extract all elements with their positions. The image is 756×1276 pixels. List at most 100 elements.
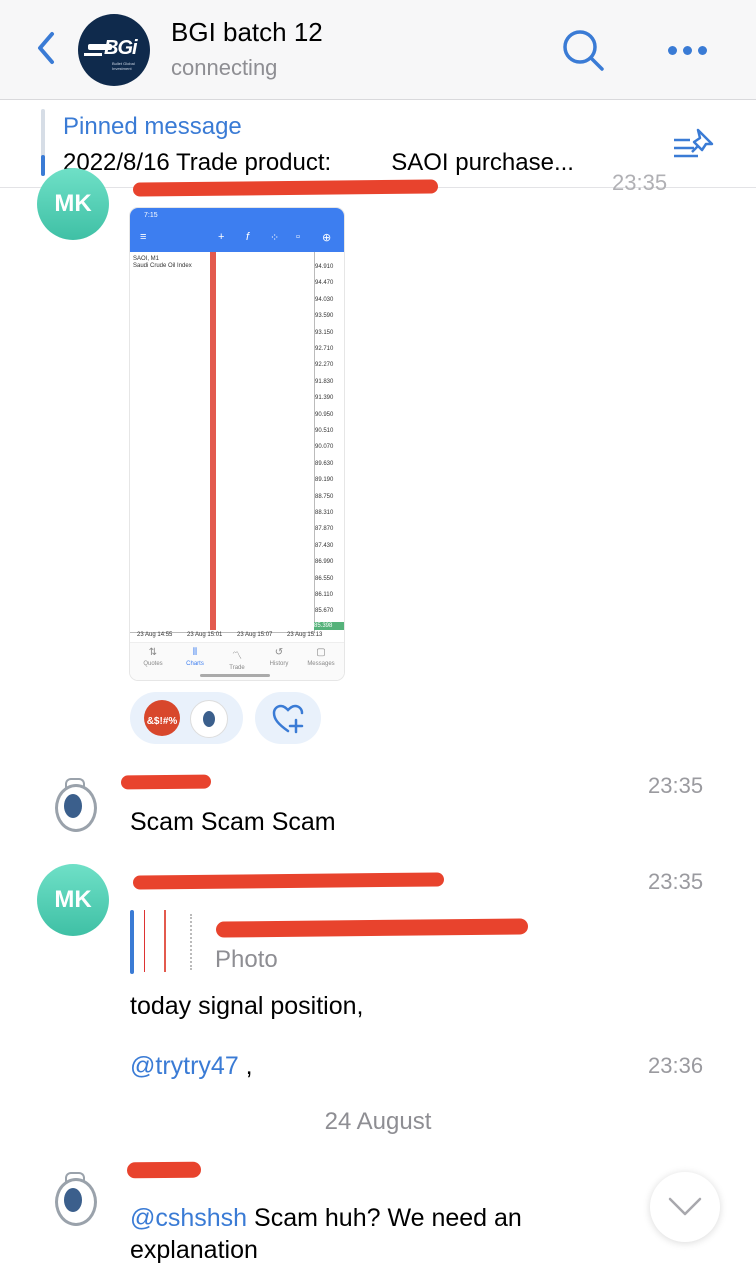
add-reaction-button[interactable] (255, 692, 321, 744)
trade-icon: 〽 (232, 651, 242, 662)
date-separator: 24 August (324, 1108, 432, 1135)
group-avatar[interactable]: BGi Bullet Global Investment (78, 14, 150, 86)
nav-history: ↺ History (258, 647, 300, 667)
thumb-line (164, 910, 166, 972)
reaction-pill[interactable]: &$!#% (130, 692, 243, 744)
message-text-part: Scam huh? We need an (247, 1204, 522, 1232)
nav-label: History (269, 661, 289, 667)
app-toolbar: ≡ + f ⁘ ▫ ⊕ (130, 224, 344, 252)
crosshair-icon: + (218, 231, 225, 243)
charts-icon: ⫴ (192, 647, 198, 658)
add-icon: ⊕ (322, 232, 332, 244)
connection-status: connecting (171, 55, 278, 80)
home-indicator (200, 674, 270, 677)
time-tick: 23 Aug 15:13 (287, 632, 323, 638)
menu-icon: ≡ (140, 231, 147, 243)
nav-label: Messages (307, 661, 335, 667)
thumb-line (144, 910, 145, 972)
phone-status-bar: 7:15 (130, 208, 344, 224)
mention-link[interactable]: @cshshsh (130, 1204, 247, 1232)
gem-icon (203, 711, 215, 727)
time-tick: 23 Aug 14:55 (137, 632, 173, 638)
redacted-sender-name (120, 774, 212, 790)
time-tick: 23 Aug 15:07 (237, 632, 273, 638)
logo-subtext: Bullet Global Investment (112, 61, 135, 71)
history-icon: ↺ (274, 647, 284, 658)
price-tick: 93.590 (315, 313, 334, 320)
function-icon: f (246, 231, 250, 243)
redacted-sender-name (126, 1161, 202, 1179)
chevron-down-icon (668, 1197, 702, 1216)
quotes-icon: ⇅ (148, 647, 158, 658)
pin-list-icon[interactable] (672, 126, 718, 166)
price-tick: 94.030 (315, 296, 334, 303)
candle-bar (210, 252, 216, 630)
reply-photo-thumbnail[interactable] (142, 910, 202, 974)
pin-indicator-active (41, 155, 45, 176)
price-tick: 93.150 (315, 329, 334, 336)
gem-icon (64, 794, 82, 818)
message-time: 23:35 (612, 170, 668, 195)
search-icon[interactable] (560, 28, 606, 74)
price-tick: 85.670 (315, 608, 334, 615)
window-icon: ▫ (296, 231, 300, 243)
price-tick: 86.110 (315, 592, 333, 598)
back-chevron-icon[interactable] (32, 28, 62, 68)
nav-quotes: ⇅ Quotes (132, 647, 174, 667)
nav-label: Quotes (143, 661, 163, 667)
sender-avatar[interactable] (37, 770, 109, 842)
reactor-avatar (190, 700, 228, 738)
price-tick: 91.830 (315, 378, 334, 385)
messages-icon: ▢ (316, 647, 326, 658)
message-time: 23:35 (648, 773, 704, 798)
sender-avatar[interactable]: MK (37, 864, 109, 936)
pinned-label: Pinned message (63, 113, 242, 140)
objects-icon: ⁘ (270, 232, 280, 244)
price-tick: 90.950 (315, 411, 334, 418)
price-tick: 91.390 (315, 395, 334, 402)
redacted-sender-name (132, 872, 445, 890)
message-text: today signal position, (130, 992, 364, 1020)
time-tick: 23 Aug 15:01 (187, 632, 223, 638)
message-time: 23:36 (648, 1053, 704, 1078)
reply-quote-bar (130, 910, 134, 974)
logo-stripe (84, 53, 102, 56)
nav-messages: ▢ Messages (300, 647, 342, 667)
angry-face-icon: &$!#% (144, 700, 180, 736)
nav-charts: ⫴ Charts (174, 647, 216, 667)
pinned-text: 2022/8/16 Trade product: SAOI purchase..… (63, 149, 574, 176)
thumb-line (190, 914, 194, 970)
price-chart (130, 252, 315, 633)
symbol-name: Saudi Crude Oil Index (133, 263, 192, 269)
message-text: @cshshsh Scam huh? We need an (130, 1204, 522, 1233)
dot-icon (698, 46, 707, 55)
mention-link[interactable]: @trytry47 (130, 1052, 239, 1080)
sender-avatar[interactable]: MK (37, 168, 109, 240)
price-tick: 88.310 (315, 510, 334, 516)
price-tick: 87.430 (315, 542, 334, 549)
more-options-button[interactable] (664, 38, 712, 62)
price-tick: 90.070 (315, 444, 334, 451)
photo-attachment[interactable]: 7:15 ≡ + f ⁘ ▫ ⊕ SAOI, M1 Saudi Crude Oi… (130, 208, 344, 680)
logo-text: BGi (104, 37, 138, 59)
symbol-code: SAOI, M1 (133, 256, 160, 262)
redacted-reply-name (215, 918, 529, 938)
price-tick: 92.270 (315, 362, 334, 369)
sender-avatar[interactable] (37, 1164, 109, 1236)
dot-icon (668, 46, 677, 55)
nav-label: Trade (229, 665, 245, 671)
price-tick: 86.550 (315, 575, 334, 582)
gem-icon (64, 1188, 82, 1212)
dot-icon (683, 46, 692, 55)
message-time: 23:35 (648, 869, 704, 894)
price-tick: 90.510 (315, 428, 334, 434)
chat-header: BGi Bullet Global Investment BGI batch 1… (0, 0, 756, 100)
chat-title[interactable]: BGI batch 12 (171, 17, 323, 48)
price-tick: 94.910 (315, 264, 334, 270)
price-tick: 87.870 (315, 526, 334, 533)
heart-plus-icon (272, 704, 304, 734)
price-tick: 89.190 (315, 477, 334, 484)
current-price: 85.398 (314, 622, 344, 630)
scroll-to-bottom-button[interactable] (650, 1172, 720, 1242)
price-tick: 88.750 (315, 493, 334, 500)
